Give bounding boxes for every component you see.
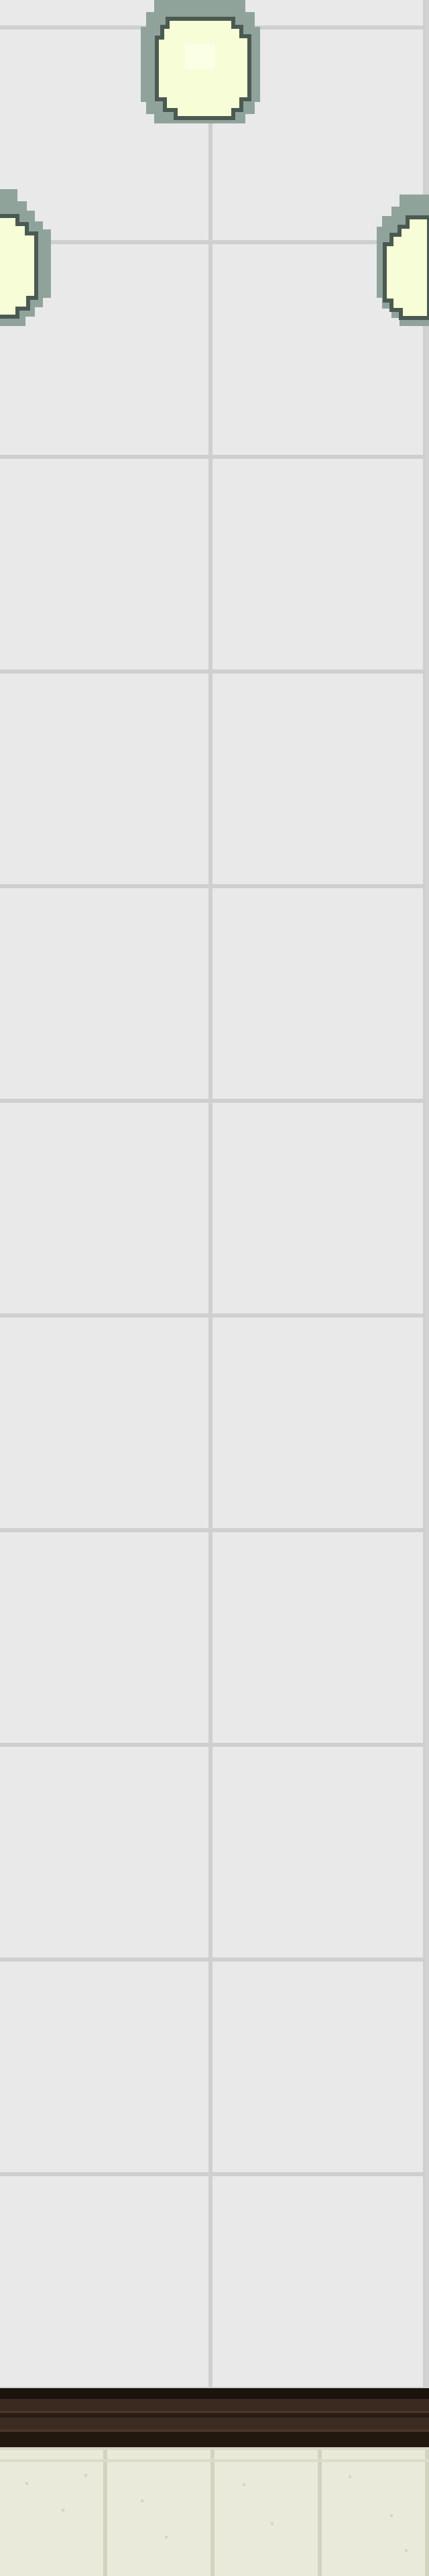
wall-edge <box>425 0 429 2388</box>
floor-speck <box>25 2482 28 2485</box>
tiled-floor <box>0 2447 429 2576</box>
floor-edge <box>0 2447 429 2450</box>
floor-speck <box>84 2474 87 2477</box>
floor-speck <box>165 2536 168 2538</box>
floor-speck <box>349 2475 351 2478</box>
floor-speck <box>390 2514 393 2517</box>
lamp-icon <box>0 189 51 326</box>
ceiling-lamp-right <box>373 195 429 338</box>
floor-speck <box>141 2500 143 2502</box>
floor-speck <box>271 2522 273 2525</box>
lamp-icon <box>141 0 260 123</box>
ledge-highlight <box>0 2430 429 2432</box>
wooden-ledge <box>0 2388 429 2447</box>
ledge-highlight <box>0 2411 429 2413</box>
lamp-icon <box>377 195 429 326</box>
floor-speck <box>243 2483 245 2486</box>
floor-strip <box>0 2459 429 2462</box>
ceiling-lamp-left <box>0 189 54 337</box>
tiled-wall <box>0 0 429 2388</box>
floor-speck <box>405 2549 408 2552</box>
game-scene <box>0 0 429 2576</box>
floor-speck <box>62 2509 64 2512</box>
ceiling-lamp-center <box>138 0 263 131</box>
